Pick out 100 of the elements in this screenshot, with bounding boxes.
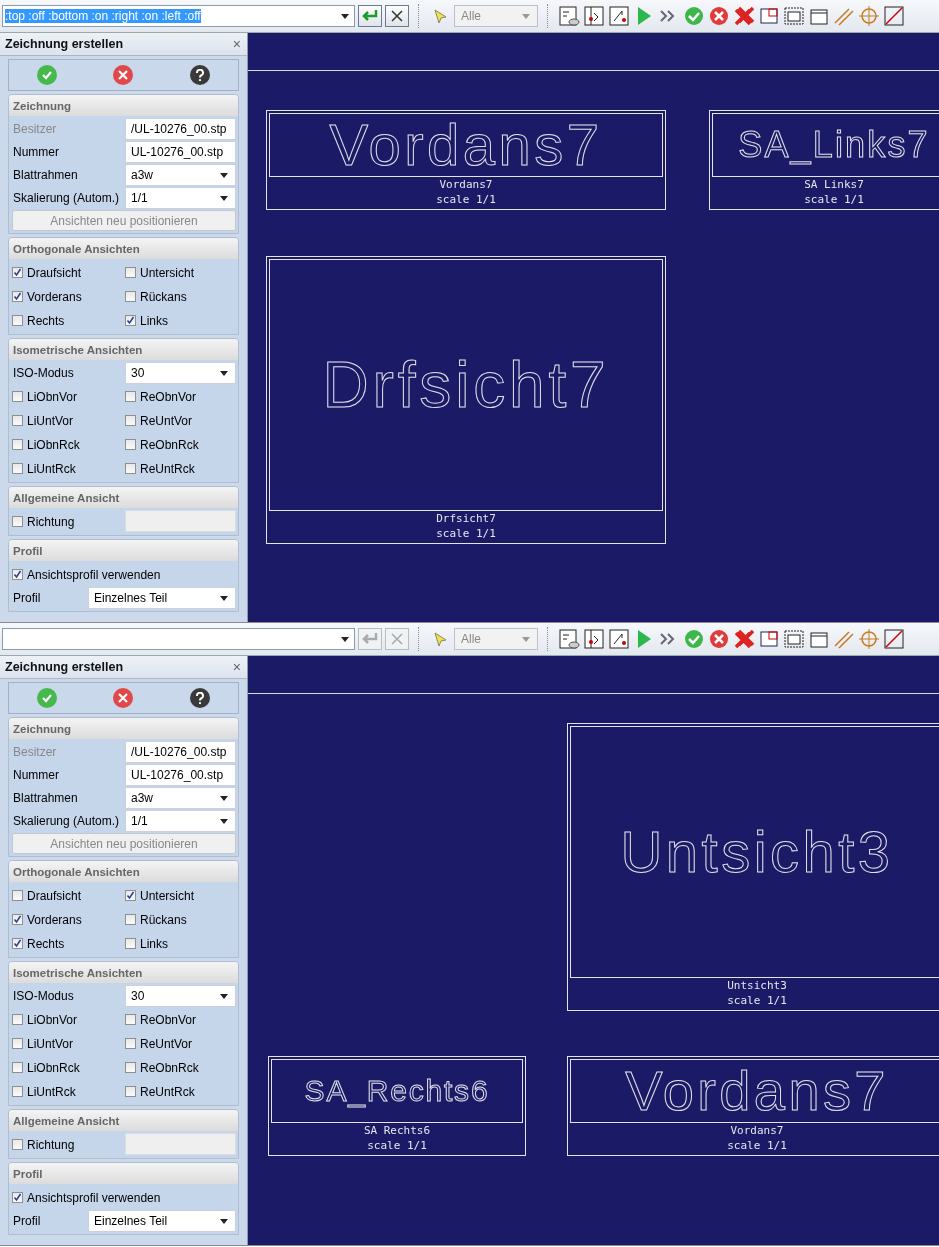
direction-field[interactable]	[125, 1133, 236, 1155]
dropdown-field[interactable]: a3w	[125, 787, 236, 809]
checkbox[interactable]	[12, 291, 23, 302]
checkbox[interactable]	[125, 463, 136, 474]
cancel-icon[interactable]	[708, 5, 730, 27]
checkbox-label[interactable]: ReUntVor	[140, 413, 193, 428]
dropdown-field[interactable]: 30	[125, 985, 236, 1007]
checkbox[interactable]	[125, 439, 136, 450]
crosshair-icon[interactable]	[858, 5, 880, 27]
cancel-button[interactable]	[113, 688, 134, 708]
drawing-view[interactable]: SA_Links7 SA Links7 scale 1/1	[709, 110, 939, 210]
checkbox[interactable]	[12, 267, 23, 278]
checkbox[interactable]	[125, 315, 136, 326]
checkbox-label[interactable]: Rechts	[27, 313, 65, 328]
close-button[interactable]: ×	[232, 660, 241, 674]
sheet-split-icon[interactable]	[583, 628, 605, 650]
checkbox-label[interactable]: LiUntVor	[27, 413, 74, 428]
checkbox-label[interactable]: Richtung	[27, 1137, 75, 1152]
checkbox[interactable]	[125, 914, 136, 925]
dropdown-field[interactable]: Einzelnes Teil	[88, 1210, 236, 1232]
text-field[interactable]: UL-10276_00.stp	[125, 141, 236, 163]
checkbox[interactable]	[125, 267, 136, 278]
checkbox[interactable]	[12, 890, 23, 901]
drawing-view[interactable]: Vordans7 Vordans7 scale 1/1	[266, 110, 666, 210]
checkbox-label[interactable]: Ansichtsprofil verwenden	[27, 1190, 161, 1205]
checkbox-label[interactable]: Rückans	[140, 912, 187, 927]
checkbox-label[interactable]: Untersicht	[140, 265, 195, 280]
parallel-lines-icon[interactable]	[833, 5, 855, 27]
checkbox-label[interactable]: ReUntVor	[140, 1036, 193, 1051]
dropdown-field[interactable]: 30	[125, 362, 236, 384]
checkbox-label[interactable]: LiObnVor	[27, 1012, 78, 1027]
checkbox[interactable]	[12, 391, 23, 402]
checkbox[interactable]	[125, 1062, 136, 1073]
help-button[interactable]	[189, 688, 210, 708]
clear-button[interactable]	[385, 5, 409, 27]
checkbox[interactable]	[12, 1086, 23, 1097]
checkbox[interactable]	[125, 938, 136, 949]
checkbox[interactable]	[12, 415, 23, 426]
readonly-field[interactable]: /UL-10276_00.stp	[125, 118, 236, 140]
drawing-view[interactable]: Vordans7 Vordans7 scale 1/1	[567, 1056, 939, 1156]
frame-icon[interactable]	[758, 5, 780, 27]
readonly-field[interactable]: /UL-10276_00.stp	[125, 741, 236, 763]
checkbox-label[interactable]: Richtung	[27, 514, 75, 529]
checkbox-label[interactable]: Rechts	[27, 936, 65, 951]
cancel-button[interactable]	[113, 65, 134, 85]
dropdown-field[interactable]: a3w	[125, 164, 236, 186]
checkbox-label[interactable]: LiUntVor	[27, 1036, 74, 1051]
checkbox-label[interactable]: Links	[140, 936, 168, 951]
stacked-cross-icon[interactable]	[733, 5, 755, 27]
checkbox[interactable]	[125, 1086, 136, 1097]
checkbox-label[interactable]: Vorderans	[27, 289, 82, 304]
checkbox-label[interactable]: Ansichtsprofil verwenden	[27, 567, 161, 582]
window-icon[interactable]	[783, 628, 805, 650]
dropdown-field[interactable]: Einzelnes Teil	[88, 587, 236, 609]
drawing-view[interactable]: Untsicht3 Untsicht3 scale 1/1	[567, 723, 939, 1011]
checkbox[interactable]	[125, 890, 136, 901]
checkbox[interactable]	[125, 1038, 136, 1049]
diagonal-line-icon[interactable]	[883, 5, 905, 27]
checkbox[interactable]	[12, 1038, 23, 1049]
sheet-edit-icon[interactable]	[558, 5, 580, 27]
checkbox-label[interactable]: ReUntRck	[140, 1084, 195, 1099]
checkbox-label[interactable]: LiObnVor	[27, 389, 78, 404]
checkbox[interactable]	[125, 1014, 136, 1025]
checkbox-label[interactable]: Draufsicht	[27, 265, 82, 280]
checkbox[interactable]	[12, 315, 23, 326]
dropdown-field[interactable]: 1/1	[125, 187, 236, 209]
checkbox-label[interactable]: LiUntRck	[27, 1084, 76, 1099]
confirm-button[interactable]	[37, 65, 58, 85]
checkbox-label[interactable]: ReObnRck	[140, 437, 199, 452]
checkbox-label[interactable]: Vorderans	[27, 912, 82, 927]
sheet-split-icon[interactable]	[583, 5, 605, 27]
checkbox[interactable]	[12, 569, 23, 580]
checkbox[interactable]	[12, 439, 23, 450]
enter-button[interactable]	[358, 5, 382, 27]
checkbox-label[interactable]: LiObnRck	[27, 1060, 80, 1075]
checkbox[interactable]	[12, 1014, 23, 1025]
checkbox-label[interactable]: ReObnRck	[140, 1060, 199, 1075]
direction-field[interactable]	[125, 510, 236, 532]
diagonal-line-icon[interactable]	[883, 628, 905, 650]
close-button[interactable]: ×	[232, 37, 241, 51]
text-field[interactable]: UL-10276_00.stp	[125, 764, 236, 786]
command-field[interactable]	[2, 628, 355, 650]
checkbox-label[interactable]: ReObnVor	[140, 1012, 197, 1027]
dropdown-field[interactable]: 1/1	[125, 810, 236, 832]
checkbox[interactable]	[12, 516, 23, 527]
window-icon[interactable]	[783, 5, 805, 27]
drawing-view[interactable]: SA_Rechts6 SA Rechts6 scale 1/1	[268, 1056, 526, 1156]
checkbox-label[interactable]: Links	[140, 313, 168, 328]
checkbox[interactable]	[12, 914, 23, 925]
crosshair-icon[interactable]	[858, 628, 880, 650]
parallel-lines-icon[interactable]	[833, 628, 855, 650]
drawing-view[interactable]: Drfsicht7 Drfsicht7 scale 1/1	[266, 256, 666, 544]
checkbox[interactable]	[125, 415, 136, 426]
checkbox-label[interactable]: Rückans	[140, 289, 187, 304]
check-icon[interactable]	[683, 628, 705, 650]
checkbox-label[interactable]: LiUntRck	[27, 461, 76, 476]
checkbox-label[interactable]: Untersicht	[140, 888, 195, 903]
checkbox[interactable]	[12, 1192, 23, 1203]
checkbox-label[interactable]: LiObnRck	[27, 437, 80, 452]
checkbox[interactable]	[12, 1139, 23, 1150]
